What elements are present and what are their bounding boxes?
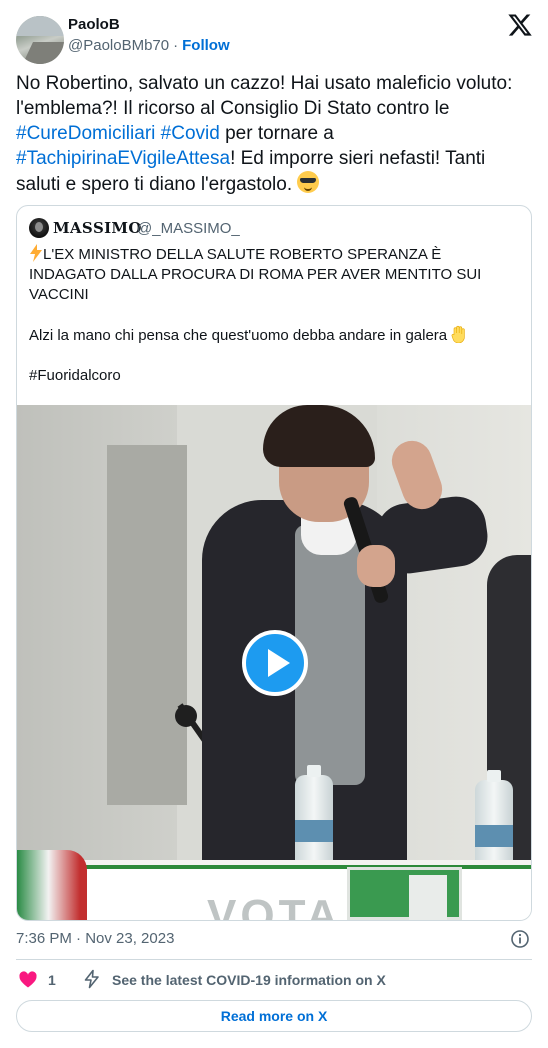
video-speaker-mic-hand	[357, 545, 395, 587]
quoted-author-name: 𝐌𝐀𝐒𝐒𝐈𝐌𝐎	[53, 219, 142, 237]
lightning-bolt-icon[interactable]	[82, 969, 102, 989]
hashtag-link[interactable]: #TachipirinaEVigileAttesa	[16, 148, 230, 169]
bottle-label	[475, 825, 513, 847]
x-logo-icon[interactable]	[507, 12, 533, 38]
tweet-embed: PaoloB @PaoloBMb70 · Follow No Robertino, …	[0, 0, 548, 1048]
video-banner-text: VOTA	[207, 891, 342, 920]
sunglasses-emoji-icon	[297, 171, 320, 193]
raised-hand-emoji-icon	[451, 325, 466, 343]
author-display-name[interactable]: PaoloB	[68, 15, 120, 35]
tweet-text-part: No Robertino, salvato un cazzo! Hai usat…	[16, 73, 513, 119]
bottle-cap	[307, 765, 321, 777]
avatar-road	[19, 42, 64, 64]
covid-info-link[interactable]: See the latest COVID-19 information on X	[112, 970, 386, 990]
video-flag	[17, 850, 87, 920]
tweet-text: No Robertino, salvato un cazzo! Hai usat…	[16, 71, 532, 197]
video-player[interactable]: VOTA	[17, 405, 531, 920]
author-avatar[interactable]	[16, 16, 64, 64]
hashtag-link[interactable]: #CureDomiciliari	[16, 123, 155, 144]
quoted-author-handle: @_MASSIMO_	[137, 220, 240, 237]
quoted-text-hashtag: #Fuoridalcoro	[29, 367, 121, 384]
read-more-button[interactable]: Read more on X	[16, 1000, 532, 1032]
bottle-label	[295, 820, 333, 842]
follow-button[interactable]: Follow	[182, 37, 230, 54]
bottle-cap	[487, 770, 501, 782]
quoted-text-main: L'EX MINISTRO DELLA SALUTE ROBERTO SPERA…	[29, 246, 482, 303]
tweet-timestamp[interactable]: 7:36 PM · Nov 23, 2023	[16, 929, 174, 949]
video-mic-stand-head	[175, 705, 197, 727]
lightning-bolt-emoji-icon	[30, 244, 42, 262]
handle-separator: ·	[173, 37, 179, 54]
heart-icon[interactable]	[18, 970, 38, 990]
quoted-author-avatar	[29, 218, 49, 238]
author-handle[interactable]: @PaoloBMb70	[68, 37, 169, 54]
info-icon[interactable]	[510, 929, 530, 949]
author-handle-line: @PaoloBMb70 · Follow	[68, 36, 230, 56]
play-button-icon[interactable]	[242, 630, 308, 696]
video-speaker-hair	[263, 405, 375, 467]
quoted-text-second: Alzi la mano chi pensa che quest'uomo de…	[29, 327, 448, 344]
video-door	[107, 445, 187, 805]
tweet-text-part: per tornare a	[219, 123, 334, 144]
like-count[interactable]: 1	[48, 970, 56, 990]
avatar-sky	[16, 16, 64, 36]
quoted-tweet-card[interactable]: 𝐌𝐀𝐒𝐒𝐈𝐌𝐎 @_MASSIMO_ L'EX MINISTRO DELLA S…	[16, 205, 532, 921]
footer-divider	[16, 959, 532, 960]
hashtag-link[interactable]: #Covid	[161, 123, 220, 144]
quoted-tweet-text: L'EX MINISTRO DELLA SALUTE ROBERTO SPERA…	[29, 244, 519, 386]
video-poster-photo	[409, 875, 447, 920]
